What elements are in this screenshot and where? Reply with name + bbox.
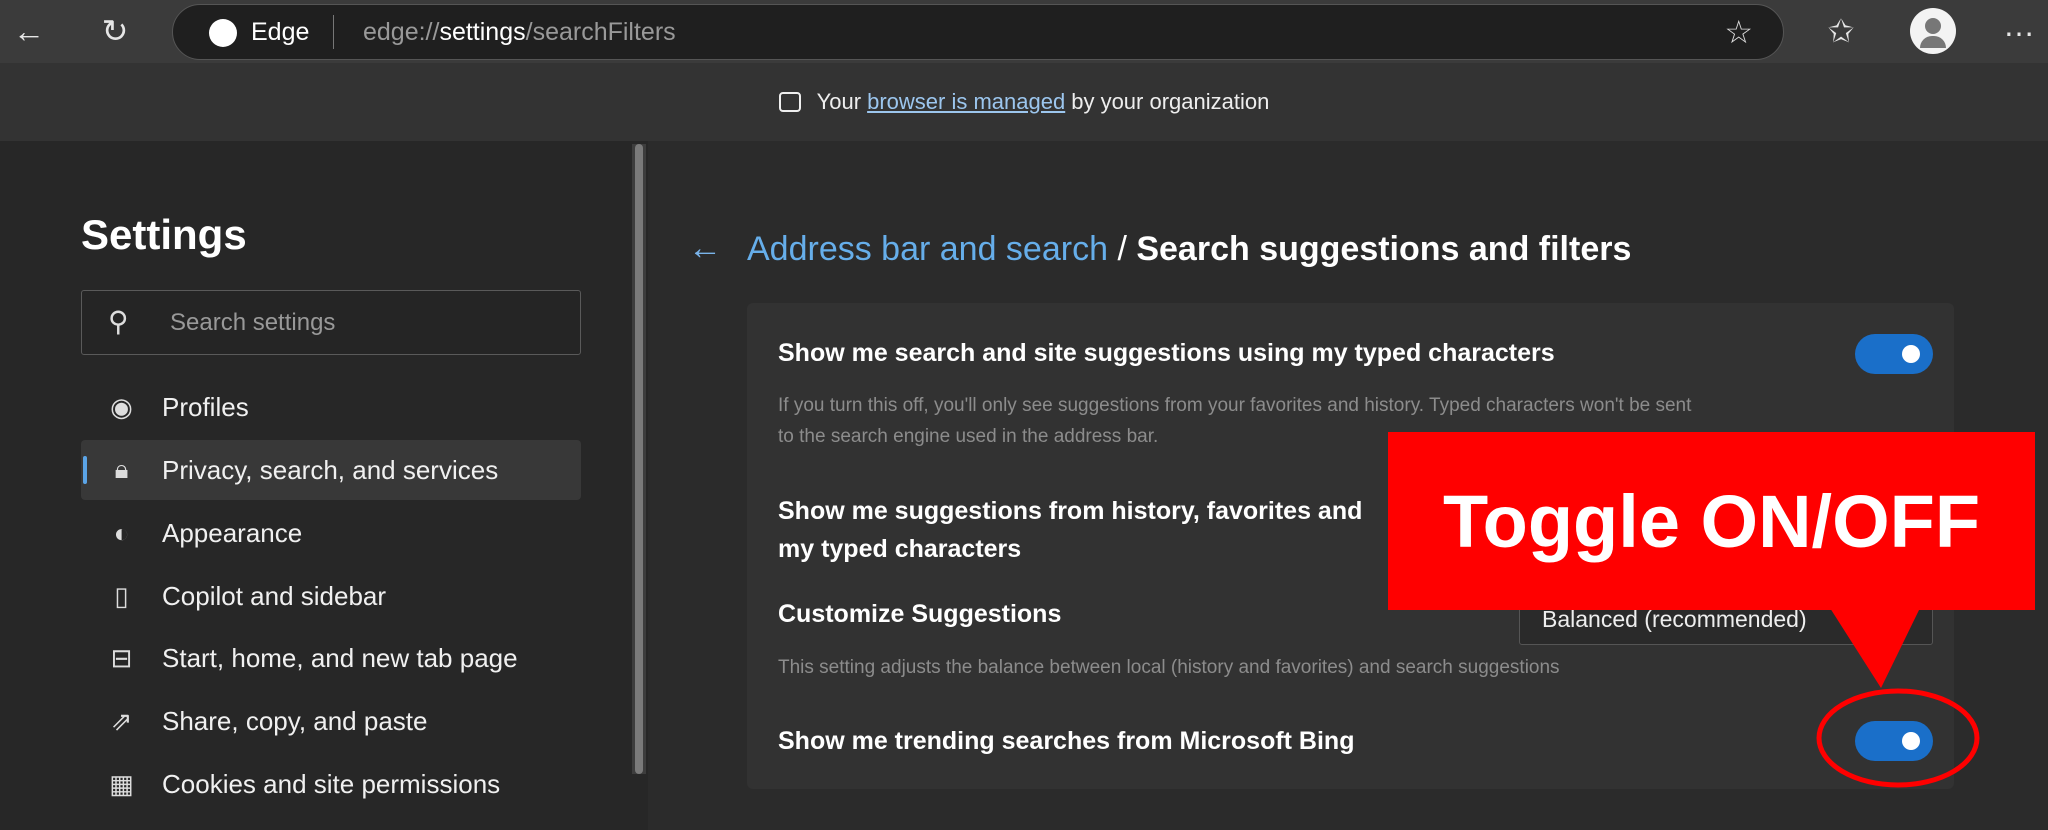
annotation-overlay	[1816, 608, 1980, 788]
callout-pointer	[1830, 608, 1920, 688]
highlight-circle	[1816, 688, 1980, 788]
